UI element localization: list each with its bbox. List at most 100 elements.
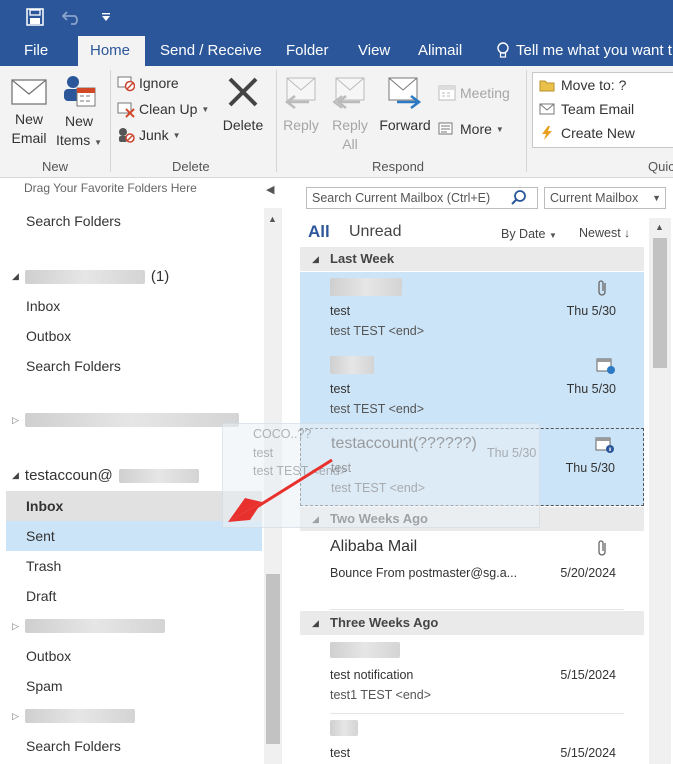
scroll-up-icon[interactable]: ▲ [268, 214, 277, 224]
collapse-triangle-icon: ◢ [312, 514, 319, 524]
filter-all[interactable]: All [308, 222, 330, 242]
redacted-sender [330, 720, 358, 736]
group-header-two-weeks-ago[interactable]: ◢ Two Weeks Ago [300, 507, 644, 531]
message-item[interactable]: testaccount(??????) test Thu 5/30 test T… [300, 428, 644, 506]
search-icon[interactable] [510, 189, 528, 207]
chevron-down-icon: ▼ [652, 193, 661, 203]
group-separator [276, 70, 277, 172]
message-subject: test [331, 461, 352, 475]
customize-qat-icon[interactable] [98, 6, 114, 28]
junk-button[interactable]: Junk ▼ [117, 124, 181, 146]
more-respond-button[interactable]: More ▼ [438, 118, 504, 140]
message-subject: test [330, 304, 351, 318]
message-list-pane: Search Current Mailbox (Ctrl+E) Current … [298, 178, 673, 764]
message-item[interactable]: test notification 5/15/2024 test1 TEST <… [300, 636, 644, 714]
tab-file[interactable]: File [14, 36, 58, 66]
folder-scrollbar-thumb[interactable] [266, 574, 280, 744]
ribbon-home: New Email New Items ▼ New Ignore Clean U… [0, 66, 673, 178]
message-preview: test1 TEST <end> [330, 688, 431, 702]
folder-outbox[interactable]: Outbox [6, 321, 262, 351]
subfolder-collapsed[interactable]: ▷ [12, 619, 165, 633]
tab-view[interactable]: View [348, 36, 400, 66]
message-item[interactable]: Alibaba Mail Bounce From postmaster@sg.a… [300, 532, 644, 610]
scroll-up-icon[interactable]: ▲ [655, 222, 664, 232]
ignore-button[interactable]: Ignore [117, 72, 179, 94]
account-header-2[interactable]: ▷ [12, 413, 239, 427]
forward-icon [388, 77, 422, 109]
reply-all-icon [332, 77, 365, 109]
collapse-pane-icon[interactable]: ◀ [266, 183, 274, 196]
sort-by-dropdown[interactable]: By Date ▼ [501, 227, 557, 241]
tab-send-receive[interactable]: Send / Receive [150, 36, 272, 66]
folder-search-folders[interactable]: Search Folders [6, 351, 262, 381]
folder-trash[interactable]: Trash [6, 551, 262, 581]
group-delete-label: Delete [172, 159, 210, 174]
quick-step-team-email[interactable]: Team Email [533, 97, 673, 121]
search-input[interactable]: Search Current Mailbox (Ctrl+E) [306, 187, 538, 209]
folder-search-folders[interactable]: Search Folders [6, 731, 262, 761]
lightning-icon [542, 126, 552, 140]
folder-inbox[interactable]: Inbox [6, 291, 262, 321]
message-item[interactable]: test Thu 5/30 test TEST <end> [300, 272, 644, 350]
reply-all-button[interactable]: Reply All [326, 76, 374, 154]
message-subject: Bounce From postmaster@sg.a... [330, 566, 518, 580]
quick-step-label: Create New [561, 125, 635, 141]
undo-icon[interactable] [60, 6, 84, 28]
message-item[interactable]: test 5/15/2024 [300, 714, 644, 764]
folder-spam[interactable]: Spam [6, 671, 262, 701]
delete-x-icon [228, 77, 258, 107]
tell-me-box[interactable]: Tell me what you want t [506, 36, 673, 66]
redacted-folder-name [24, 709, 135, 723]
redacted-account-name [24, 269, 145, 284]
tab-alimail[interactable]: Alimail [408, 36, 472, 66]
folder-outbox[interactable]: Outbox [6, 641, 262, 671]
message-subject: test [330, 746, 351, 760]
expand-triangle-icon: ▷ [12, 620, 19, 631]
search-scope-select[interactable]: Current Mailbox ▼ [544, 187, 666, 209]
folder-sent[interactable]: Sent [6, 521, 262, 551]
clean-up-button[interactable]: Clean Up ▼ [117, 98, 209, 120]
filter-unread[interactable]: Unread [349, 223, 401, 241]
message-preview: test TEST <end> [331, 481, 426, 495]
group-header-last-week[interactable]: ◢ Last Week [300, 247, 644, 271]
message-list-scrollbar-thumb[interactable] [653, 238, 667, 368]
redacted-folder-name [24, 619, 165, 633]
reply-all-label-1: Reply [332, 117, 368, 133]
save-icon[interactable] [24, 6, 46, 28]
folder-inbox[interactable]: Inbox [6, 491, 262, 521]
account-header-1[interactable]: ◢ (1) [12, 268, 169, 285]
delete-button[interactable]: Delete [216, 76, 270, 135]
tab-folder[interactable]: Folder [276, 36, 339, 66]
meeting-button[interactable]: Meeting [438, 82, 510, 104]
redacted-domain [118, 468, 199, 483]
new-items-button[interactable]: New Items ▼ [54, 74, 104, 152]
collapse-triangle-icon: ◢ [312, 618, 319, 628]
more-label: More [460, 121, 492, 137]
sort-order-toggle[interactable]: Newest ↓ [579, 226, 630, 240]
message-preview: test TEST <end> [330, 324, 425, 338]
message-item[interactable]: test Thu 5/30 test TEST <end> [300, 350, 644, 428]
reply-button[interactable]: Reply [278, 76, 324, 135]
envelope-icon [11, 79, 47, 105]
message-subject: test notification [330, 668, 414, 682]
meeting-info-icon [595, 436, 615, 454]
favorites-search-folders[interactable]: Search Folders [6, 206, 262, 236]
new-email-label-1: New [14, 111, 43, 127]
subfolder-collapsed[interactable]: ▷ [12, 709, 135, 723]
quick-step-create-new[interactable]: Create New [533, 121, 673, 145]
message-preview: test TEST <end> [330, 402, 425, 416]
new-email-button[interactable]: New Email [4, 76, 54, 148]
account-header-3[interactable]: ◢ testaccoun@ [12, 467, 199, 484]
forward-button[interactable]: Forward [376, 76, 434, 135]
quick-step-move-to[interactable]: Move to: ? [533, 73, 673, 97]
folder-draft[interactable]: Draft [6, 581, 262, 611]
folder-pane: Drag Your Favorite Folders Here ◀ Search… [0, 178, 285, 764]
new-items-icon [64, 76, 96, 107]
meeting-label: Meeting [460, 85, 510, 101]
quick-step-label: Move to: ? [561, 77, 627, 93]
new-items-label-2: Items ▼ [55, 132, 103, 148]
group-header-three-weeks-ago[interactable]: ◢ Three Weeks Ago [300, 611, 644, 635]
group-separator [110, 70, 111, 172]
tab-home[interactable]: Home [78, 36, 145, 66]
reply-label: Reply [283, 117, 319, 133]
